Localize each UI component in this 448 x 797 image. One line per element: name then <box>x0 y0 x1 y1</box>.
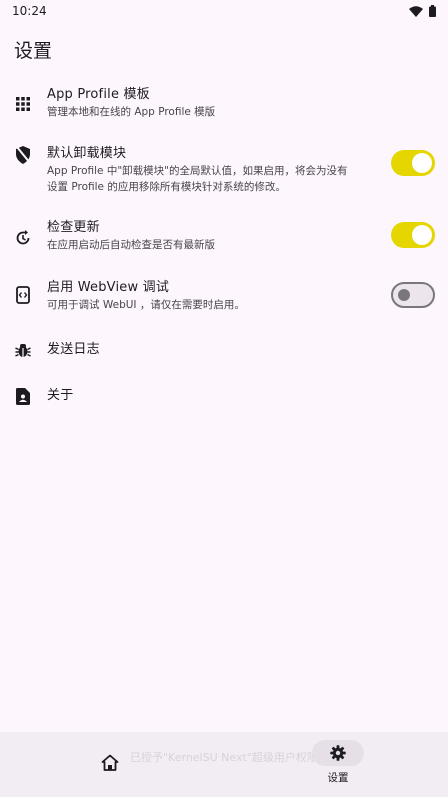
shield-off-icon <box>13 145 33 165</box>
gear-icon <box>330 745 346 761</box>
status-bar: 10:24 <box>0 0 448 22</box>
setting-check-update[interactable]: 检查更新 在应用启动后自动检查是否有最新版 <box>0 219 448 259</box>
home-icon[interactable] <box>101 754 121 774</box>
setting-subtitle: 管理本地和在线的 App Profile 模版 <box>47 106 216 118</box>
nav-settings-button[interactable] <box>312 740 364 766</box>
toggle-knob <box>398 289 410 301</box>
setting-subtitle-line1: App Profile 中"卸载模块"的全局默认值，如果启用，将会为没有 <box>47 165 348 177</box>
grid-icon <box>13 94 33 114</box>
setting-default-umount-modules[interactable]: 默认卸载模块 App Profile 中"卸载模块"的全局默认值，如果启用，将会… <box>0 145 448 197</box>
battery-icon <box>429 5 436 17</box>
contact-file-icon <box>13 386 33 406</box>
setting-title: 启用 WebView 调试 <box>47 280 170 295</box>
page-title: 设置 <box>14 40 53 62</box>
setting-title: App Profile 模板 <box>47 87 150 102</box>
update-icon <box>13 228 33 248</box>
status-time: 10:24 <box>12 4 47 18</box>
umount-modules-toggle[interactable] <box>391 150 435 176</box>
toggle-knob <box>412 153 432 173</box>
wifi-icon <box>409 5 423 17</box>
setting-subtitle: 在应用启动后自动检查是否有最新版 <box>47 239 215 251</box>
bug-icon <box>13 340 33 360</box>
setting-app-profile-template[interactable]: App Profile 模板 管理本地和在线的 App Profile 模版 <box>0 86 448 126</box>
setting-subtitle: 可用于调试 WebUI ，请仅在需要时启用。 <box>47 299 245 311</box>
setting-subtitle-line2: 设置 Profile 的应用移除所有模块针对系统的修改。 <box>47 181 286 193</box>
setting-title: 关于 <box>47 388 74 403</box>
bottom-navigation: 已授予"KernelSU Next"超级用户权限 设置 <box>0 732 448 797</box>
setting-send-log[interactable]: 发送日志 <box>0 340 448 362</box>
setting-title: 发送日志 <box>47 342 100 357</box>
setting-title: 默认卸载模块 <box>47 146 127 161</box>
nav-settings-label: 设置 <box>327 772 349 784</box>
webview-debug-toggle[interactable] <box>391 282 435 308</box>
check-update-toggle[interactable] <box>391 222 435 248</box>
setting-about[interactable]: 关于 <box>0 386 448 408</box>
superuser-granted-toast: 已授予"KernelSU Next"超级用户权限 <box>130 751 318 764</box>
webview-icon <box>13 285 33 305</box>
setting-webview-debug[interactable]: 启用 WebView 调试 可用于调试 WebUI ，请仅在需要时启用。 <box>0 279 448 319</box>
status-icons <box>409 5 436 17</box>
toggle-knob <box>412 225 432 245</box>
setting-title: 检查更新 <box>47 220 100 235</box>
